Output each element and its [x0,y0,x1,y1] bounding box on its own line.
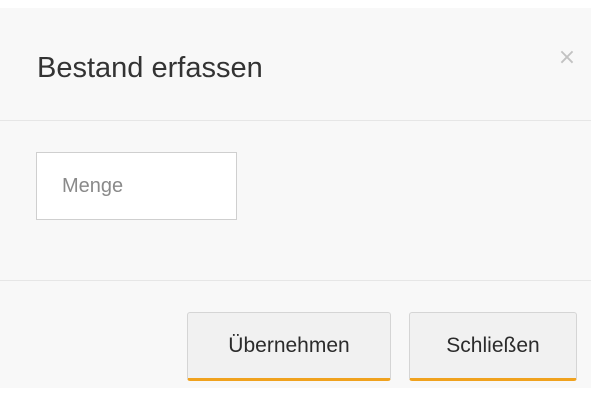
dialog-header: Bestand erfassen × [0,8,591,121]
quantity-input[interactable] [36,152,237,220]
dialog-body [0,121,591,281]
dialog-footer: Übernehmen Schließen [0,281,591,388]
close-icon[interactable]: × [555,46,579,70]
dialog-title: Bestand erfassen [37,52,263,84]
apply-button[interactable]: Übernehmen [187,312,391,381]
close-button[interactable]: Schließen [409,312,577,381]
stock-entry-dialog: Bestand erfassen × Übernehmen Schließen [0,8,591,388]
